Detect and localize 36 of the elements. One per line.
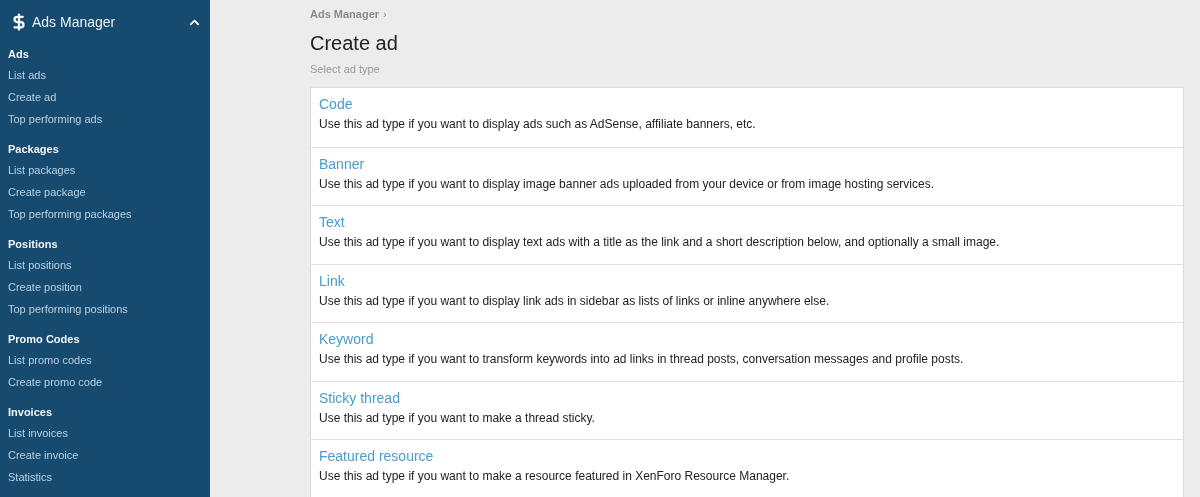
breadcrumb-separator: › (383, 7, 387, 22)
ad-type-description: Use this ad type if you want to make a thread sticky. (319, 409, 596, 427)
sidebar-link[interactable]: Top performing positions (0, 298, 210, 320)
sidebar-link[interactable]: Create ad (0, 86, 210, 108)
sidebar-heading: Positions (7, 237, 59, 252)
sidebar-link[interactable]: Create position (0, 276, 210, 298)
sidebar-link[interactable]: List positions (0, 254, 210, 276)
sidebar-heading: Packages (7, 142, 60, 157)
ad-type-description: Use this ad type if you want to display ads such as AdSense, affiliate banners, etc. (319, 116, 757, 133)
ad-type-link[interactable]: Code (319, 94, 1175, 114)
sidebar-link[interactable]: Statistics (0, 466, 210, 488)
page-title: Create ad (310, 30, 399, 56)
sidebar-link[interactable]: List ads (0, 64, 210, 86)
ad-type-link[interactable]: Link (319, 270, 1175, 291)
sidebar-link[interactable]: List promo codes (0, 349, 210, 371)
ad-type-description: Use this ad type if you want to display text ads with a title as the link and a short description below, and optionally a small image. (319, 234, 1001, 251)
page-subtitle: Select ad type (310, 61, 381, 77)
sidebar-heading: Ads (7, 47, 30, 62)
ad-type-description: Use this ad type if you want to make a resource featured in XenForo Resource Manager. (319, 468, 791, 485)
ad-type-description: Use this ad type if you want to display image banner ads uploaded from your device or from image hosting services. (319, 175, 935, 193)
dollar-icon (10, 13, 28, 31)
sidebar-link[interactable]: Top performing packages (0, 203, 210, 225)
ad-type-link[interactable]: Keyword (319, 329, 1175, 349)
sidebar-title[interactable]: Ads Manager (32, 11, 187, 33)
sidebar-heading: Promo Codes (7, 332, 81, 347)
ad-type-description: Use this ad type if you want to display link ads in sidebar as lists of links or inline anywhere else. (319, 292, 831, 310)
ad-type-link[interactable]: Banner (319, 153, 1175, 174)
sidebar-link[interactable]: Create invoice (0, 444, 210, 466)
ad-type-description: Use this ad type if you want to transform keywords into ad links in thread posts, conversation messages and profile posts. (319, 351, 965, 368)
ad-type-link[interactable]: Sticky thread (319, 387, 1175, 408)
sidebar-link[interactable]: List packages (0, 159, 210, 181)
sidebar-link[interactable]: List invoices (0, 422, 210, 444)
sidebar-link[interactable]: Create promo code (0, 371, 210, 393)
sidebar-heading: Invoices (7, 405, 54, 420)
sidebar-link[interactable]: Top performing ads (0, 108, 210, 130)
sidebar-link[interactable]: Create package (0, 181, 210, 203)
